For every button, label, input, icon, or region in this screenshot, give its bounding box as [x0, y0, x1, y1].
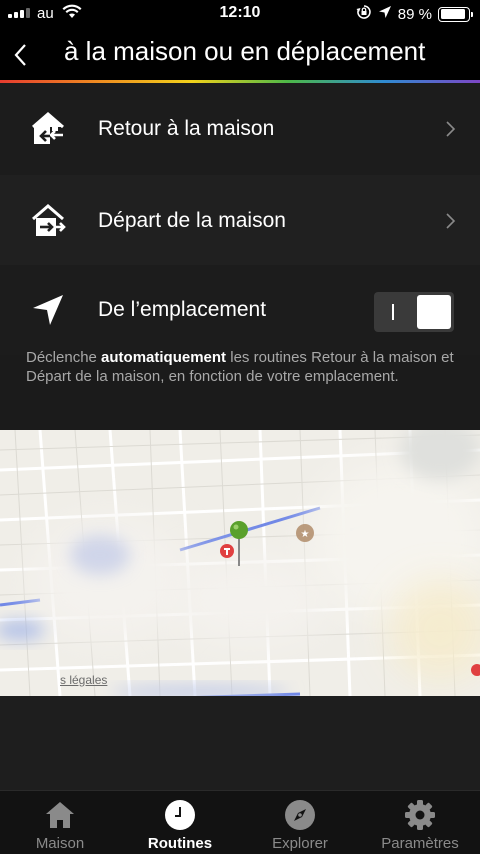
row-home-leave[interactable]: Départ de la maison [0, 175, 480, 267]
home-leave-icon [30, 203, 66, 239]
battery-icon [438, 6, 473, 22]
row-home-return[interactable]: Retour à la maison [0, 83, 480, 175]
row-label: Départ de la maison [98, 209, 286, 232]
chevron-right-icon [444, 212, 456, 230]
page-title: à la maison ou en déplacement [64, 36, 426, 66]
back-button[interactable] [6, 40, 34, 70]
tab-explorer[interactable]: Explorer [240, 791, 360, 854]
content-background [0, 696, 480, 790]
row-label: De l’emplacement [98, 298, 267, 321]
row-location: De l’emplacement [0, 265, 480, 355]
tab-label: Explorer [272, 835, 328, 852]
tab-bar: Maison Routines Explorer Paramètres [0, 790, 480, 854]
svg-text:★: ★ [301, 529, 310, 540]
chevron-left-icon [14, 44, 26, 66]
location-services-icon [378, 5, 392, 23]
tab-parametres[interactable]: Paramètres [360, 791, 480, 854]
nav-header: à la maison ou en déplacement [0, 28, 480, 80]
toggle-knob [417, 295, 451, 329]
location-arrow-icon [30, 292, 66, 328]
toggle-on-indicator [392, 304, 394, 320]
row-label: Retour à la maison [98, 117, 275, 140]
location-toggle[interactable] [374, 292, 454, 332]
location-description: Déclenche automatiquement les routines R… [26, 349, 454, 385]
battery-percent: 89 % [397, 5, 432, 23]
gear-icon [404, 799, 436, 831]
clock-icon [164, 799, 196, 831]
status-bar: au 12:10 89 % [0, 0, 480, 28]
orientation-lock-icon [356, 4, 372, 24]
map-canvas: ★ [0, 430, 480, 696]
house-icon [44, 799, 76, 831]
home-return-icon [30, 111, 66, 147]
tab-label: Routines [147, 835, 213, 852]
tab-routines[interactable]: Routines [120, 791, 240, 854]
map-legal-link[interactable]: s légales [60, 673, 107, 687]
chevron-right-icon [444, 120, 456, 138]
location-map[interactable]: ★ s légales [0, 430, 480, 696]
tab-label: Paramètres [381, 835, 459, 852]
tab-maison[interactable]: Maison [0, 791, 120, 854]
tab-label: Maison [35, 835, 85, 852]
compass-icon [284, 799, 316, 831]
